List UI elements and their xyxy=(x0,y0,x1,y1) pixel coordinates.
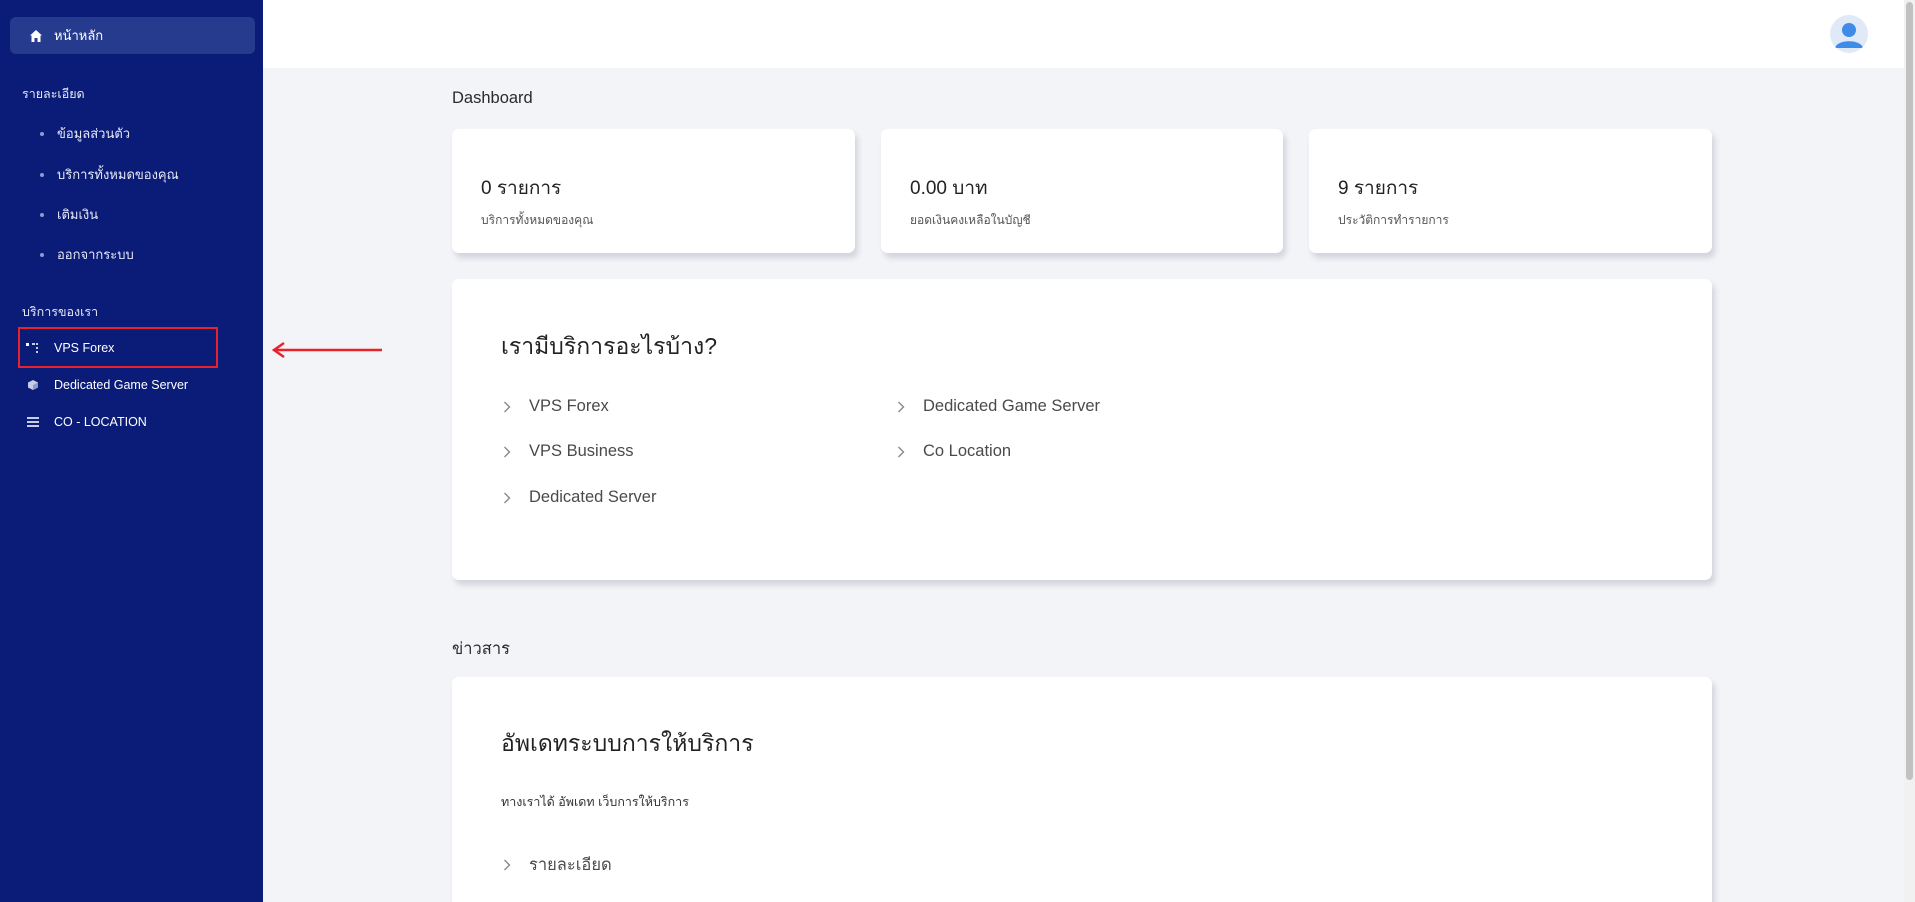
stat-label: บริการทั้งหมดของคุณ xyxy=(481,213,594,227)
chevron-right-icon xyxy=(897,445,907,459)
sidebar-item-logout[interactable]: ออกจากระบบ xyxy=(40,244,134,265)
sidebar-item-home[interactable]: หน้าหลัก xyxy=(10,17,255,54)
dashboard-title: Dashboard xyxy=(452,89,533,107)
chevron-right-icon xyxy=(897,400,907,414)
user-icon xyxy=(1835,23,1863,48)
news-description: ทางเราได้ อัพเดท เว็บการให้บริการ xyxy=(501,795,689,809)
sidebar-heading-services: บริการของเรา xyxy=(22,305,99,319)
stat-label: ประวัติการทำรายการ xyxy=(1338,213,1449,227)
stat-card-balance: 0.00 บาท ยอดเงินคงเหลือในบัญชี xyxy=(881,129,1283,253)
sidebar-item-label: ข้อมูลส่วนตัว xyxy=(57,126,131,141)
home-icon xyxy=(29,29,43,43)
news-card: อัพเดทระบบการให้บริการ ทางเราได้ อัพเดท … xyxy=(452,677,1712,902)
sidebar: หน้าหลัก รายละเอียด ข้อมูลส่วนตัว บริการ… xyxy=(0,0,263,902)
annotation-arrow-icon xyxy=(271,341,382,359)
sidebar-item-label: CO - LOCATION xyxy=(54,415,147,429)
service-link-label: VPS Forex xyxy=(529,397,609,415)
service-link-label: Dedicated Game Server xyxy=(923,397,1100,415)
annotation-highlight-box xyxy=(18,327,218,368)
sidebar-item-dedicated-game-server[interactable]: Dedicated Game Server xyxy=(26,378,188,392)
sidebar-item-label: Dedicated Game Server xyxy=(54,378,189,392)
service-link-label: VPS Business xyxy=(529,442,634,460)
scrollbar-thumb[interactable] xyxy=(1906,2,1913,780)
server-icon xyxy=(26,416,40,428)
chevron-right-icon xyxy=(503,491,513,505)
service-link-dedicated-server[interactable]: Dedicated Server xyxy=(503,488,656,507)
sidebar-heading-details: รายละเอียด xyxy=(22,87,85,101)
news-section-title: ข่าวสาร xyxy=(452,640,511,658)
sidebar-item-label: บริการทั้งหมดของคุณ xyxy=(57,167,179,182)
bullet-icon xyxy=(40,212,44,217)
chevron-right-icon xyxy=(503,400,513,414)
bullet-icon xyxy=(40,172,44,177)
news-details-label: รายละเอียด xyxy=(529,856,612,874)
chevron-right-icon xyxy=(503,445,513,459)
sidebar-item-topup[interactable]: เติมเงิน xyxy=(40,204,98,225)
bullet-icon xyxy=(40,252,44,257)
bullet-icon xyxy=(40,131,44,136)
top-bar xyxy=(263,0,1904,68)
stat-value: 0 รายการ xyxy=(481,178,562,199)
service-link-vps-forex[interactable]: VPS Forex xyxy=(503,397,609,416)
page-scrollbar[interactable] xyxy=(1904,0,1915,902)
sidebar-item-co-location[interactable]: CO - LOCATION xyxy=(26,415,147,429)
news-card-title: อัพเดทระบบการให้บริการ xyxy=(501,730,754,756)
sidebar-item-profile[interactable]: ข้อมูลส่วนตัว xyxy=(40,123,130,144)
sidebar-item-label: หน้าหลัก xyxy=(54,28,104,43)
stat-value: 9 รายการ xyxy=(1338,178,1419,199)
service-link-vps-business[interactable]: VPS Business xyxy=(503,442,634,461)
service-link-label: Dedicated Server xyxy=(529,488,657,506)
sidebar-item-label: เติมเงิน xyxy=(57,207,99,222)
service-link-dedicated-game-server[interactable]: Dedicated Game Server xyxy=(897,397,1100,416)
stat-value: 0.00 บาท xyxy=(910,178,988,199)
sidebar-item-my-services[interactable]: บริการทั้งหมดของคุณ xyxy=(40,164,179,185)
service-link-label: Co Location xyxy=(923,442,1012,460)
stat-label: ยอดเงินคงเหลือในบัญชี xyxy=(910,213,1031,227)
service-link-co-location[interactable]: Co Location xyxy=(897,442,1011,461)
stat-card-services: 0 รายการ บริการทั้งหมดของคุณ xyxy=(452,129,855,253)
cube-icon xyxy=(26,379,40,391)
news-details-link[interactable]: รายละเอียด xyxy=(503,852,612,878)
sidebar-item-label: ออกจากระบบ xyxy=(57,247,134,262)
chevron-right-icon xyxy=(503,858,513,872)
services-card: เรามีบริการอะไรบ้าง? VPS Forex VPS Busin… xyxy=(452,279,1712,580)
stat-card-history: 9 รายการ ประวัติการทำรายการ xyxy=(1309,129,1712,253)
services-card-title: เรามีบริการอะไรบ้าง? xyxy=(501,333,718,359)
user-avatar[interactable] xyxy=(1830,15,1868,53)
